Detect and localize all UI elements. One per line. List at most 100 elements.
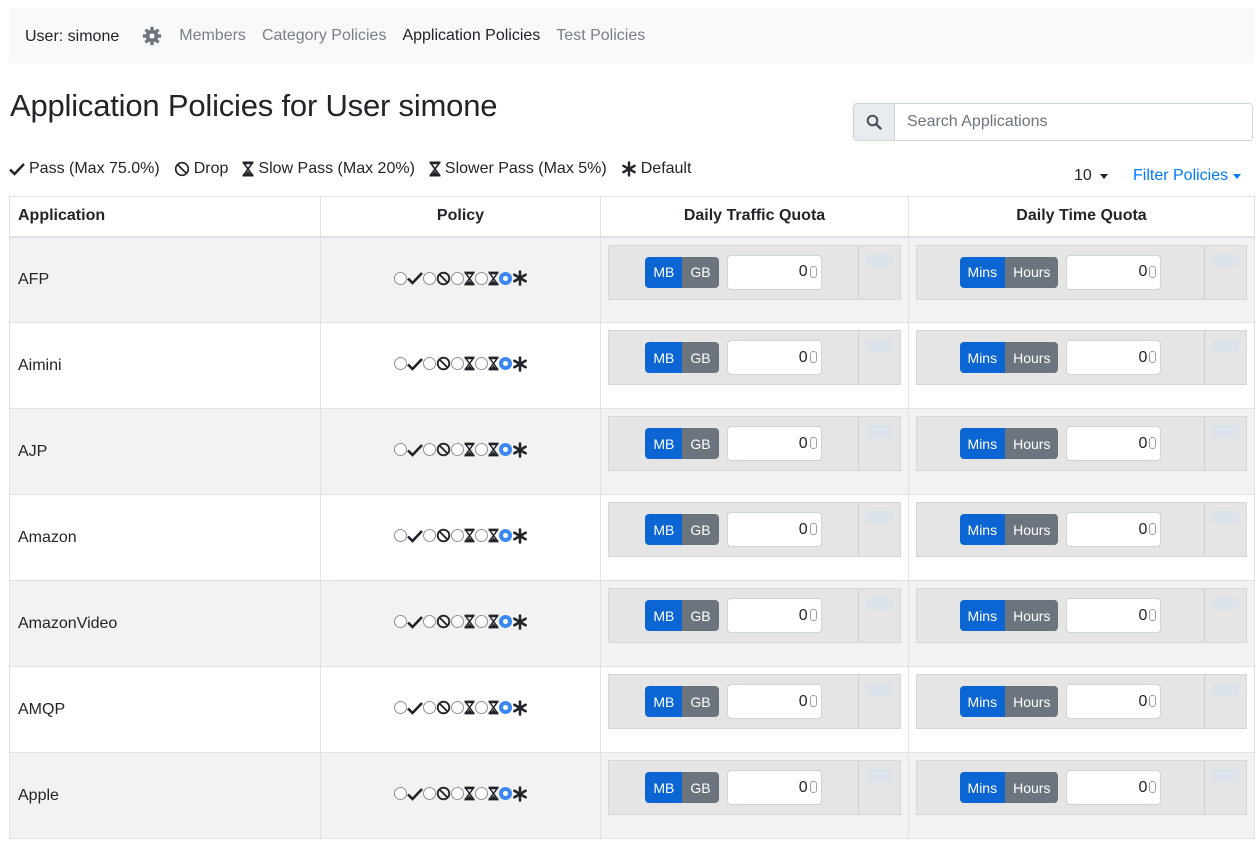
hours-button[interactable]: Hours: [1005, 772, 1059, 803]
mins-button[interactable]: Mins: [959, 772, 1006, 803]
gb-button[interactable]: GB: [682, 600, 719, 631]
spinner-icon[interactable]: [1149, 695, 1157, 707]
drop-radio[interactable]: [422, 787, 436, 801]
traffic-quota-input[interactable]: 0: [726, 598, 822, 633]
page-size-dropdown[interactable]: 10: [1074, 167, 1108, 185]
nav-link-members[interactable]: Members: [179, 27, 246, 45]
traffic-quota-toggle[interactable]: [866, 683, 893, 696]
drop-radio[interactable]: [422, 443, 436, 457]
hours-button[interactable]: Hours: [1005, 686, 1059, 717]
time-quota-input[interactable]: 0: [1066, 426, 1162, 461]
spinner-icon[interactable]: [1149, 523, 1157, 535]
mb-button[interactable]: MB: [645, 256, 683, 288]
time-quota-toggle[interactable]: [1212, 769, 1239, 782]
time-quota-input[interactable]: 0: [1066, 254, 1162, 290]
spinner-icon[interactable]: [1149, 265, 1157, 278]
mins-button[interactable]: Mins: [959, 600, 1006, 631]
nav-link-test-policies[interactable]: Test Policies: [556, 27, 645, 45]
traffic-quota-input[interactable]: 0: [726, 770, 822, 805]
slower-pass-radio[interactable]: [474, 787, 488, 801]
time-quota-input[interactable]: 0: [1066, 598, 1162, 633]
mb-button[interactable]: MB: [645, 600, 683, 631]
slower-pass-radio[interactable]: [474, 529, 488, 543]
time-quota-input[interactable]: 0: [1066, 684, 1162, 719]
spinner-icon[interactable]: [809, 695, 817, 707]
time-quota-input[interactable]: 0: [1066, 770, 1162, 805]
slow-pass-radio[interactable]: [450, 357, 464, 371]
time-quota-toggle[interactable]: [1212, 253, 1239, 267]
hours-button[interactable]: Hours: [1005, 256, 1059, 288]
spinner-icon[interactable]: [809, 265, 817, 278]
spinner-icon[interactable]: [809, 351, 817, 363]
traffic-quota-input[interactable]: 0: [726, 684, 822, 719]
slow-pass-radio[interactable]: [450, 271, 464, 285]
spinner-icon[interactable]: [1149, 781, 1157, 793]
column-header-traffic-quota[interactable]: Daily Traffic Quota: [600, 196, 909, 238]
default-radio[interactable]: [498, 443, 512, 457]
pass-radio[interactable]: [393, 701, 407, 715]
gb-button[interactable]: GB: [682, 772, 719, 803]
pass-radio[interactable]: [393, 787, 407, 801]
default-radio[interactable]: [498, 701, 512, 715]
nav-link-category-policies[interactable]: Category Policies: [262, 27, 387, 45]
mb-button[interactable]: MB: [645, 342, 683, 373]
default-radio[interactable]: [498, 357, 512, 371]
search-input[interactable]: [895, 104, 1252, 140]
spinner-icon[interactable]: [1149, 609, 1157, 621]
traffic-quota-toggle[interactable]: [866, 253, 893, 267]
default-radio[interactable]: [498, 271, 512, 285]
gb-button[interactable]: GB: [682, 342, 719, 373]
mins-button[interactable]: Mins: [959, 342, 1006, 373]
traffic-quota-toggle[interactable]: [866, 769, 893, 782]
default-radio[interactable]: [498, 615, 512, 629]
traffic-quota-input[interactable]: 0: [726, 340, 822, 375]
nav-link-application-policies[interactable]: Application Policies: [402, 27, 540, 45]
mins-button[interactable]: Mins: [959, 428, 1006, 459]
spinner-icon[interactable]: [809, 781, 817, 793]
pass-radio[interactable]: [393, 357, 407, 371]
spinner-icon[interactable]: [1149, 437, 1157, 449]
spinner-icon[interactable]: [1149, 351, 1157, 363]
hours-button[interactable]: Hours: [1005, 342, 1059, 373]
mins-button[interactable]: Mins: [959, 686, 1006, 717]
gb-button[interactable]: GB: [682, 686, 719, 717]
pass-radio[interactable]: [393, 529, 407, 543]
traffic-quota-toggle[interactable]: [866, 339, 893, 352]
slow-pass-radio[interactable]: [450, 529, 464, 543]
traffic-quota-input[interactable]: 0: [726, 512, 822, 547]
time-quota-toggle[interactable]: [1212, 339, 1239, 352]
pass-radio[interactable]: [393, 615, 407, 629]
traffic-quota-toggle[interactable]: [866, 597, 893, 610]
slow-pass-radio[interactable]: [450, 787, 464, 801]
drop-radio[interactable]: [422, 701, 436, 715]
gb-button[interactable]: GB: [682, 514, 719, 545]
drop-radio[interactable]: [422, 357, 436, 371]
slower-pass-radio[interactable]: [474, 701, 488, 715]
time-quota-toggle[interactable]: [1212, 597, 1239, 610]
traffic-quota-toggle[interactable]: [866, 425, 893, 438]
gb-button[interactable]: GB: [682, 428, 719, 459]
column-header-application[interactable]: Application: [9, 196, 321, 238]
pass-radio[interactable]: [393, 443, 407, 457]
time-quota-toggle[interactable]: [1212, 511, 1239, 524]
mb-button[interactable]: MB: [645, 514, 683, 545]
spinner-icon[interactable]: [809, 437, 817, 449]
hours-button[interactable]: Hours: [1005, 428, 1059, 459]
slow-pass-radio[interactable]: [450, 701, 464, 715]
slower-pass-radio[interactable]: [474, 357, 488, 371]
drop-radio[interactable]: [422, 271, 436, 285]
default-radio[interactable]: [498, 787, 512, 801]
mb-button[interactable]: MB: [645, 772, 683, 803]
default-radio[interactable]: [498, 529, 512, 543]
hours-button[interactable]: Hours: [1005, 600, 1059, 631]
slower-pass-radio[interactable]: [474, 615, 488, 629]
slow-pass-radio[interactable]: [450, 615, 464, 629]
traffic-quota-input[interactable]: 0: [726, 426, 822, 461]
column-header-policy[interactable]: Policy: [320, 196, 601, 238]
time-quota-input[interactable]: 0: [1066, 512, 1162, 547]
mins-button[interactable]: Mins: [959, 514, 1006, 545]
traffic-quota-toggle[interactable]: [866, 511, 893, 524]
pass-radio[interactable]: [393, 271, 407, 285]
mins-button[interactable]: Mins: [959, 256, 1006, 288]
hours-button[interactable]: Hours: [1005, 514, 1059, 545]
